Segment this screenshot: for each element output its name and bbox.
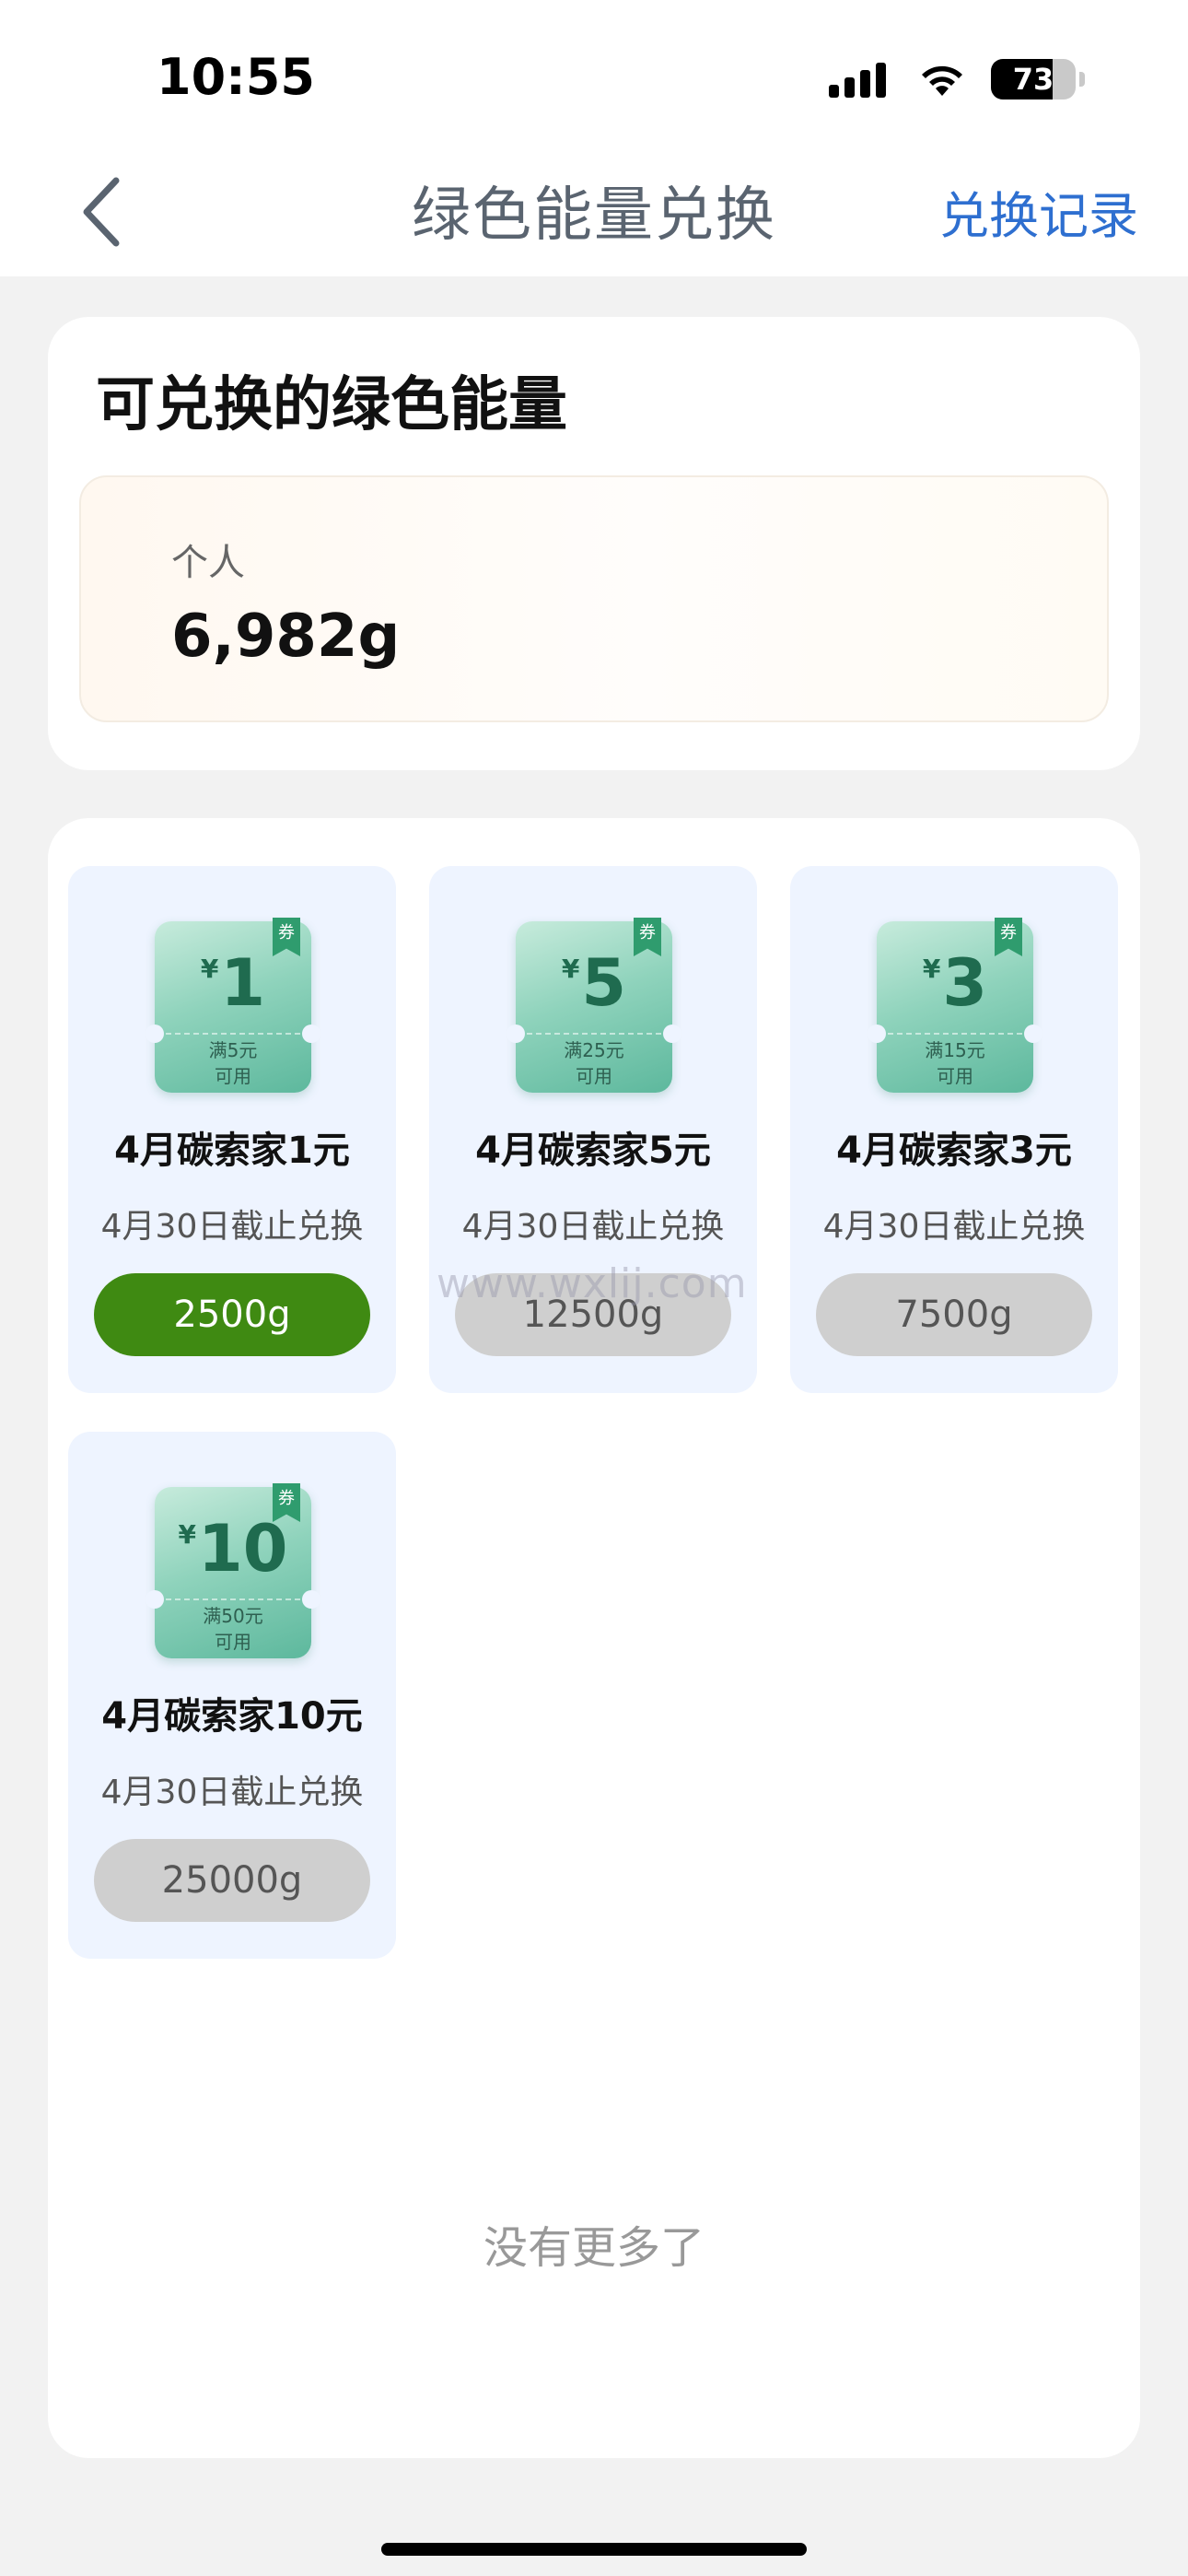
- exchange-button[interactable]: 25000g: [94, 1839, 370, 1922]
- coupon-condition-line1: 满50元: [203, 1605, 263, 1627]
- signal-icon: [829, 61, 891, 98]
- coupon-amount: ¥5: [516, 945, 672, 1021]
- coupon-deadline: 4月30日截止兑换: [822, 1208, 1086, 1246]
- coupon-card[interactable]: 券 ¥1 满5元 可用 4月碳索家1元 4月30日截止兑换 2500g: [68, 866, 396, 1393]
- battery-icon: 73: [991, 59, 1076, 100]
- currency-symbol: ¥: [178, 1519, 197, 1550]
- coupon-condition: 满15元可用: [877, 1037, 1033, 1089]
- coupon-condition: 满5元可用: [155, 1037, 311, 1089]
- coupon-card[interactable]: 券 ¥10 满50元 可用 4月碳索家10元 4月30日截止兑换 25000g: [68, 1432, 396, 1959]
- coupon-deadline: 4月30日截止兑换: [461, 1208, 725, 1246]
- coupon-name: 4月碳索家10元: [101, 1695, 363, 1738]
- coupon-condition: 满25元可用: [516, 1037, 672, 1089]
- coupon-condition-line2: 可用: [937, 1065, 973, 1087]
- coupon-card[interactable]: 券 ¥5 满25元 可用 4月碳索家5元 4月30日截止兑换 12500g: [429, 866, 757, 1393]
- wifi-icon: [922, 65, 962, 96]
- coupon-deadline: 4月30日截止兑换: [100, 1774, 364, 1811]
- exchange-button[interactable]: 7500g: [816, 1273, 1092, 1356]
- ticket-divider: [527, 1033, 661, 1035]
- coupon-name: 4月碳索家5元: [475, 1130, 711, 1172]
- ticket-divider: [888, 1033, 1022, 1035]
- coupon-deadline: 4月30日截止兑换: [100, 1208, 364, 1246]
- nav-bar: 绿色能量兑换 兑换记录: [0, 147, 1188, 276]
- currency-symbol: ¥: [922, 954, 941, 984]
- status-time: 10:55: [157, 48, 315, 106]
- energy-balance-box: 个人 6,982g: [79, 475, 1109, 722]
- coupon-name: 4月碳索家3元: [836, 1130, 1072, 1172]
- coupon-amount: ¥3: [877, 945, 1033, 1021]
- coupon-ticket-icon: 券 ¥10 满50元 可用: [146, 1483, 320, 1658]
- coupon-ticket-icon: 券 ¥1 满5元 可用: [146, 918, 320, 1093]
- ticket-divider: [166, 1598, 300, 1600]
- energy-value: 6,982g: [171, 603, 401, 671]
- battery-cap: [1079, 72, 1085, 87]
- status-icons: 73: [829, 55, 1085, 103]
- battery-level: 73: [1012, 62, 1054, 97]
- status-bar: 10:55 73: [0, 0, 1188, 147]
- coupon-ticket-icon: 券 ¥3 满15元 可用: [868, 918, 1042, 1093]
- currency-symbol: ¥: [200, 954, 219, 984]
- coupon-condition: 满50元可用: [155, 1603, 311, 1655]
- energy-label: 个人: [171, 542, 245, 584]
- coupon-condition-line2: 可用: [215, 1065, 251, 1087]
- coupon-condition-line2: 可用: [576, 1065, 612, 1087]
- coupon-name: 4月碳索家1元: [114, 1130, 350, 1172]
- coupon-amount-value: 1: [220, 945, 266, 1021]
- coupon-condition-line1: 满15元: [925, 1039, 985, 1061]
- coupon-amount-value: 5: [581, 945, 627, 1021]
- coupons-panel: 券 ¥1 满5元 可用 4月碳索家1元 4月30日截止兑换 2500g 券 ¥5 …: [48, 818, 1140, 2458]
- coupon-card[interactable]: 券 ¥3 满15元 可用 4月碳索家3元 4月30日截止兑换 7500g: [790, 866, 1118, 1393]
- energy-card-title: 可兑换的绿色能量: [96, 371, 567, 439]
- watermark: www.wxlij.com: [437, 1260, 748, 1307]
- ticket-divider: [166, 1033, 300, 1035]
- currency-symbol: ¥: [561, 954, 580, 984]
- exchange-button[interactable]: 2500g: [94, 1273, 370, 1356]
- coupon-condition-line1: 满5元: [208, 1039, 258, 1061]
- coupon-amount-value: 10: [198, 1511, 288, 1587]
- exchange-history-link[interactable]: 兑换记录: [939, 175, 1138, 248]
- coupon-amount-value: 3: [942, 945, 988, 1021]
- coupon-condition-line2: 可用: [215, 1631, 251, 1653]
- no-more-text: 没有更多了: [483, 2222, 705, 2274]
- coupon-amount: ¥1: [155, 945, 311, 1021]
- coupon-amount: ¥10: [155, 1511, 311, 1587]
- coupon-condition-line1: 满25元: [564, 1039, 624, 1061]
- energy-card: 可兑换的绿色能量 个人 6,982g: [48, 317, 1140, 770]
- home-indicator[interactable]: [381, 2543, 807, 2556]
- coupon-ticket-icon: 券 ¥5 满25元 可用: [507, 918, 681, 1093]
